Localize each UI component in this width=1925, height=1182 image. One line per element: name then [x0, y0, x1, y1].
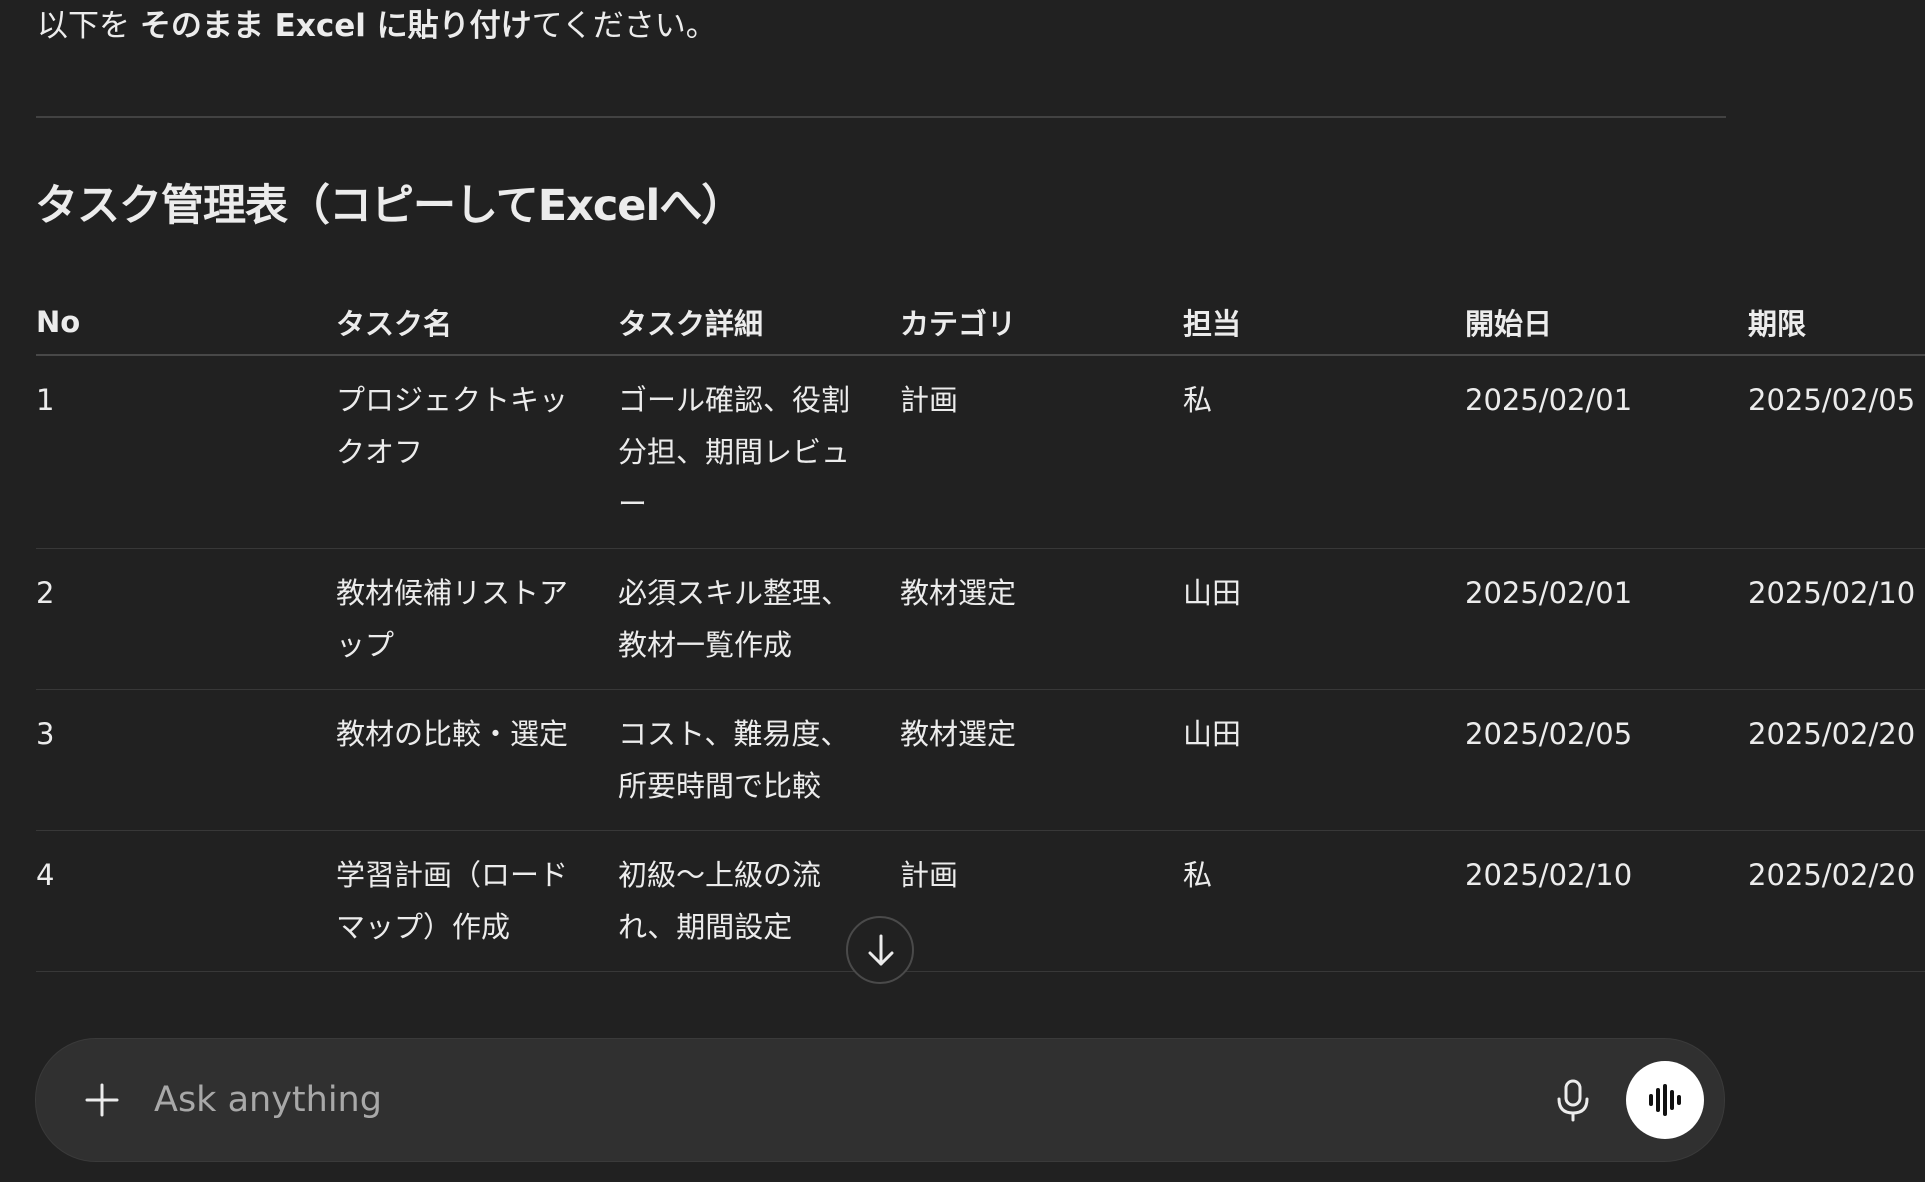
scroll-to-bottom-button[interactable]: [846, 916, 914, 984]
dictate-button[interactable]: [1548, 1075, 1598, 1125]
cell-detail: 必須スキル整理、教材一覧作成: [618, 548, 900, 690]
table-row: 4 学習計画（ロードマップ）作成 初級〜上級の流れ、期間設定 計画 私 2025…: [36, 830, 1925, 972]
intro-prefix: 以下を: [37, 8, 140, 44]
cell-start: 2025/02/05: [1465, 689, 1748, 831]
cell-category: 計画: [900, 355, 1183, 549]
arrow-down-icon: [868, 934, 894, 966]
voice-waveform-icon: [1649, 1084, 1681, 1116]
cell-start: 2025/02/01: [1465, 548, 1748, 690]
intro-bold: そのまま Excel に貼り付け: [139, 8, 532, 44]
cell-name-text: 学習計画（ロードマップ）作成: [336, 858, 569, 944]
cell-owner: 私: [1183, 355, 1465, 549]
cell-name-text: 教材の比較・選定: [336, 717, 569, 751]
add-attachment-button[interactable]: [78, 1076, 126, 1124]
cell-start: 2025/02/01: [1465, 355, 1748, 549]
col-header-name: タスク名: [336, 290, 618, 356]
table-header-row: No タスク名 タスク詳細 カテゴリ 担当 開始日 期限: [36, 290, 1925, 356]
voice-mode-button[interactable]: [1626, 1061, 1704, 1139]
microphone-icon: [1557, 1079, 1589, 1122]
intro-suffix: てください。: [531, 8, 717, 44]
cell-detail: コスト、難易度、所要時間で比較: [618, 689, 900, 831]
cell-owner: 山田: [1183, 689, 1465, 831]
cell-no: 2: [36, 548, 336, 690]
table-row: 2 教材候補リストアップ 必須スキル整理、教材一覧作成 教材選定 山田 2025…: [36, 548, 1925, 690]
cell-no: 4: [36, 830, 336, 972]
cell-detail-text: ゴール確認、役割分担、期間レビュー: [618, 383, 851, 521]
col-header-category: カテゴリ: [900, 290, 1183, 356]
cell-category: 計画: [900, 830, 1183, 972]
cell-due: 2025/02/20: [1748, 830, 1925, 972]
intro-text: 以下を そのまま Excel に貼り付けてください。: [37, 4, 717, 48]
cell-detail-text: 必須スキル整理、教材一覧作成: [618, 576, 851, 662]
task-table: No タスク名 タスク詳細 カテゴリ 担当 開始日 期限 1 プロジェクトキック…: [36, 290, 1925, 972]
table-row: 1 プロジェクトキックオフ ゴール確認、役割分担、期間レビュー 計画 私 202…: [36, 355, 1925, 549]
cell-due: 2025/02/20: [1748, 689, 1925, 831]
cell-due: 2025/02/05: [1748, 355, 1925, 549]
cell-start: 2025/02/10: [1465, 830, 1748, 972]
plus-icon: [85, 1083, 119, 1117]
cell-name: 教材の比較・選定: [336, 689, 618, 831]
cell-name: 教材候補リストアップ: [336, 548, 618, 690]
cell-owner: 私: [1183, 830, 1465, 972]
cell-name-text: 教材候補リストアップ: [336, 576, 569, 662]
col-header-start: 開始日: [1465, 290, 1748, 356]
table-row: 3 教材の比較・選定 コスト、難易度、所要時間で比較 教材選定 山田 2025/…: [36, 689, 1925, 831]
cell-name: 学習計画（ロードマップ）作成: [336, 830, 618, 972]
cell-no: 3: [36, 689, 336, 831]
cell-name: プロジェクトキックオフ: [336, 355, 618, 549]
col-header-no: No: [36, 290, 336, 356]
cell-detail: ゴール確認、役割分担、期間レビュー: [618, 355, 900, 549]
cell-no: 1: [36, 355, 336, 549]
cell-detail-text: コスト、難易度、所要時間で比較: [618, 717, 850, 803]
divider: [36, 116, 1726, 118]
col-header-due: 期限: [1748, 290, 1925, 356]
cell-due: 2025/02/10: [1748, 548, 1925, 690]
cell-name-text: プロジェクトキックオフ: [336, 383, 569, 469]
chat-composer: [36, 1039, 1724, 1161]
chat-page: 以下を そのまま Excel に貼り付けてください。 タスク管理表（コピーしてE…: [0, 0, 1925, 1182]
chat-input[interactable]: [152, 1069, 1536, 1131]
cell-category: 教材選定: [900, 548, 1183, 690]
col-header-owner: 担当: [1183, 290, 1465, 356]
cell-owner: 山田: [1183, 548, 1465, 690]
col-header-detail: タスク詳細: [618, 290, 900, 356]
cell-category: 教材選定: [900, 689, 1183, 831]
section-heading: タスク管理表（コピーしてExcelへ）: [35, 181, 744, 231]
